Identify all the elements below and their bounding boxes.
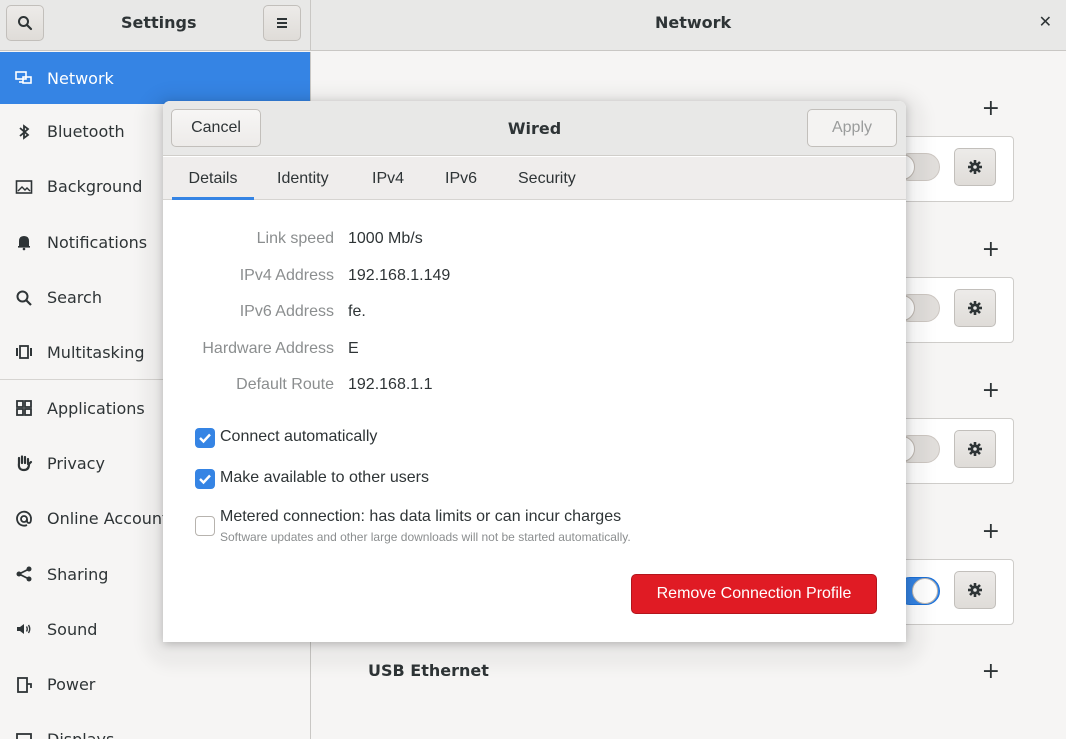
apply-button[interactable]: Apply <box>807 109 897 147</box>
search-button[interactable] <box>6 5 44 41</box>
close-icon[interactable]: ✕ <box>1039 12 1052 31</box>
content-headerbar: Network ✕ <box>311 0 1066 51</box>
bell-icon <box>14 232 34 252</box>
connect-automatically-checkbox[interactable] <box>195 428 215 448</box>
hand-icon <box>14 453 34 473</box>
detail-value: fe. <box>348 303 366 320</box>
detail-value: E <box>348 340 359 357</box>
add-usb-ethernet-icon[interactable]: + <box>982 659 1000 684</box>
tab-identity[interactable]: Identity <box>277 157 329 200</box>
panel-title: Network <box>655 13 732 32</box>
checkmark-icon <box>199 474 211 485</box>
sidebar-item-label: Multitasking <box>47 342 145 362</box>
dialog-title: Wired <box>507 119 562 138</box>
remove-connection-profile-button[interactable]: Remove Connection Profile <box>631 574 877 614</box>
tab-ipv6[interactable]: IPv6 <box>445 157 477 200</box>
multitasking-icon <box>14 342 34 362</box>
connection-settings-button[interactable] <box>954 571 996 609</box>
sidebar-item-label: Privacy <box>47 453 105 473</box>
applications-icon <box>14 398 34 418</box>
detail-label: IPv4 Address <box>239 267 334 284</box>
redaction-mark <box>371 305 575 327</box>
connection-settings-button[interactable] <box>954 148 996 186</box>
dialog-tabs: Details Identity IPv4 IPv6 Security <box>163 157 906 200</box>
search-icon <box>14 288 34 308</box>
detail-row-ipv4: IPv4 Address 192.168.1.149 <box>163 267 906 289</box>
sidebar-item-label: Power <box>47 675 96 695</box>
tab-ipv4[interactable]: IPv4 <box>372 157 404 200</box>
sidebar-item-label: Network <box>47 68 114 88</box>
power-icon <box>14 675 34 695</box>
connection-settings-button[interactable] <box>954 289 996 327</box>
make-available-checkbox[interactable] <box>195 469 215 489</box>
detail-value: 1000 Mb/s <box>348 230 423 247</box>
share-icon <box>14 564 34 584</box>
sidebar-item-label: Search <box>47 288 102 308</box>
search-icon <box>18 16 33 31</box>
detail-row-hardware: Hardware Address E <box>163 340 906 362</box>
add-connection-icon[interactable]: + <box>982 378 1000 403</box>
add-connection-icon[interactable]: + <box>982 519 1000 544</box>
sidebar-item-label: Bluetooth <box>47 122 125 142</box>
add-connection-icon[interactable]: + <box>982 96 1000 121</box>
main-menu-button[interactable] <box>263 5 301 41</box>
display-icon <box>14 730 34 739</box>
background-icon <box>14 177 34 197</box>
detail-label: Hardware Address <box>202 340 334 357</box>
app-title: Settings <box>121 13 197 32</box>
detail-label: Link speed <box>256 230 334 247</box>
detail-value: 192.168.1.1 <box>348 376 433 393</box>
detail-label: IPv6 Address <box>239 303 334 320</box>
wired-dialog: Wired Cancel Apply Details Identity IPv4… <box>163 101 906 642</box>
sidebar-headerbar: Settings <box>0 0 311 51</box>
network-icon <box>14 68 34 88</box>
sidebar-item-label: Sound <box>47 619 98 639</box>
make-available-label: Make available to other users <box>220 469 429 486</box>
detail-row-default-route: Default Route 192.168.1.1 <box>163 376 906 398</box>
hamburger-icon <box>277 18 287 28</box>
cancel-button[interactable]: Cancel <box>171 109 261 147</box>
bluetooth-icon <box>14 122 34 142</box>
connect-automatically-label: Connect automatically <box>220 428 378 445</box>
metered-connection-checkbox[interactable] <box>195 516 215 536</box>
gear-icon <box>968 442 982 456</box>
detail-label: Default Route <box>236 376 334 393</box>
metered-connection-label: Metered connection: has data limits or c… <box>220 508 622 525</box>
connection-settings-button[interactable] <box>954 430 996 468</box>
sidebar-item-label: Background <box>47 177 143 197</box>
metered-connection-description: Software updates and other large downloa… <box>220 530 631 544</box>
tab-details[interactable]: Details <box>172 157 254 200</box>
speaker-icon <box>14 619 34 639</box>
sidebar-item-label: Notifications <box>47 232 148 252</box>
dialog-headerbar: Wired Cancel Apply <box>163 101 906 156</box>
checkmark-icon <box>199 433 211 444</box>
gear-icon <box>968 160 982 174</box>
gear-icon <box>968 583 982 597</box>
detail-value: 192.168.1.149 <box>348 267 451 284</box>
sidebar-item-label: Applications <box>47 398 145 418</box>
gear-icon <box>968 301 982 315</box>
redaction-mark <box>363 334 493 364</box>
sidebar-item-label: Displays <box>47 730 114 739</box>
detail-row-link-speed: Link speed 1000 Mb/s <box>163 230 906 252</box>
at-icon <box>14 509 34 529</box>
tab-security[interactable]: Security <box>518 157 576 200</box>
sidebar-item-label: Sharing <box>47 564 109 584</box>
sidebar-item-displays[interactable]: Displays <box>0 712 310 739</box>
add-connection-icon[interactable]: + <box>982 237 1000 262</box>
